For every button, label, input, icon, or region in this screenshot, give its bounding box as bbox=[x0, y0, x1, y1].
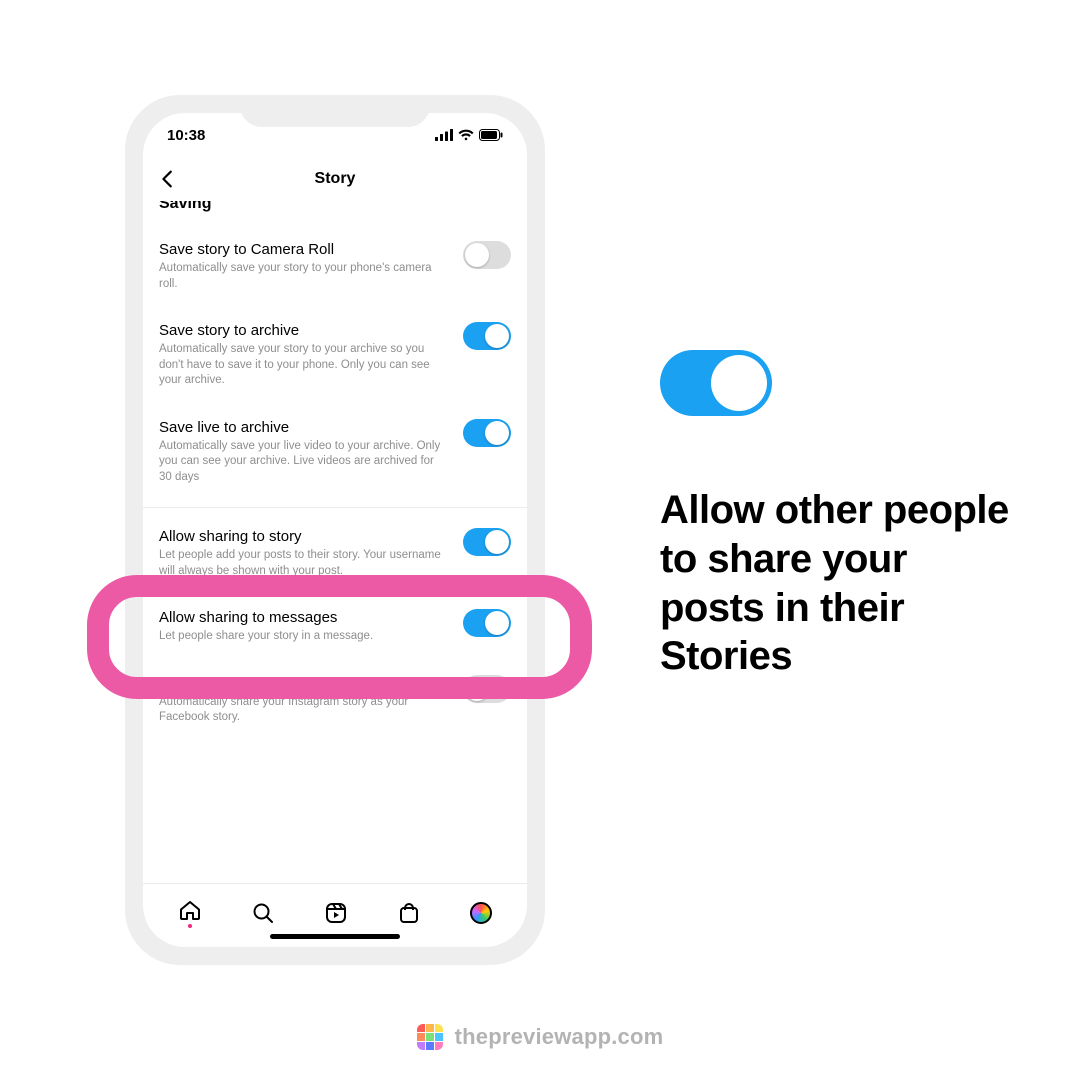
toggle-save-live-archive[interactable] bbox=[463, 419, 511, 447]
profile-avatar-icon bbox=[470, 902, 492, 924]
caption-text: Allow other people to share your posts i… bbox=[660, 486, 1020, 681]
settings-content: Saving Save story to Camera Roll Automat… bbox=[143, 201, 527, 883]
setting-allow-sharing-messages: Allow sharing to messages Let people sha… bbox=[159, 595, 511, 661]
status-indicators bbox=[435, 129, 503, 141]
setting-allow-sharing-story: Allow sharing to story Let people add yo… bbox=[159, 514, 511, 595]
wifi-icon bbox=[458, 129, 474, 141]
home-icon bbox=[178, 898, 202, 922]
search-icon bbox=[251, 901, 275, 925]
toggle-share-facebook[interactable] bbox=[463, 675, 511, 703]
tab-search[interactable] bbox=[251, 901, 275, 925]
tab-shop[interactable] bbox=[397, 901, 421, 925]
tab-home[interactable] bbox=[178, 898, 202, 928]
footer-watermark: thepreviewapp.com bbox=[0, 1024, 1080, 1050]
setting-desc: Automatically save your live video to yo… bbox=[159, 439, 445, 486]
chevron-left-icon bbox=[157, 168, 179, 190]
setting-save-live-archive: Save live to archive Automatically save … bbox=[159, 405, 511, 502]
setting-desc: Automatically save your story to your ar… bbox=[159, 342, 445, 389]
setting-save-camera-roll: Save story to Camera Roll Automatically … bbox=[159, 227, 511, 308]
setting-desc: Let people add your posts to their story… bbox=[159, 548, 445, 579]
page-title: Story bbox=[143, 170, 527, 188]
battery-icon bbox=[479, 129, 503, 141]
phone-screen: 10:38 Story Saving Save sto bbox=[143, 113, 527, 947]
signal-icon bbox=[435, 129, 453, 141]
toggle-save-camera-roll[interactable] bbox=[463, 241, 511, 269]
setting-title: Share your story to Facebook bbox=[159, 675, 445, 692]
toggle-allow-sharing-story[interactable] bbox=[463, 528, 511, 556]
setting-save-archive: Save story to archive Automatically save… bbox=[159, 308, 511, 405]
phone-mockup: 10:38 Story Saving Save sto bbox=[125, 95, 545, 965]
toggle-allow-sharing-messages[interactable] bbox=[463, 609, 511, 637]
setting-desc: Automatically save your story to your ph… bbox=[159, 261, 445, 292]
setting-title: Save live to archive bbox=[159, 419, 445, 436]
status-time: 10:38 bbox=[167, 127, 205, 144]
setting-title: Allow sharing to messages bbox=[159, 609, 445, 626]
setting-desc: Let people share your story in a message… bbox=[159, 629, 445, 645]
nav-header: Story bbox=[143, 157, 527, 201]
phone-notch bbox=[240, 95, 430, 127]
preview-logo-icon bbox=[417, 1024, 443, 1050]
setting-title: Allow sharing to story bbox=[159, 528, 445, 545]
setting-title: Save story to Camera Roll bbox=[159, 241, 445, 258]
caption-column: Allow other people to share your posts i… bbox=[660, 350, 1020, 681]
illustrative-toggle-on bbox=[660, 350, 772, 416]
setting-desc: Automatically share your Instagram story… bbox=[159, 695, 445, 726]
shop-icon bbox=[397, 901, 421, 925]
setting-title: Save story to archive bbox=[159, 322, 445, 339]
reels-icon bbox=[324, 901, 348, 925]
toggle-save-archive[interactable] bbox=[463, 322, 511, 350]
home-indicator bbox=[270, 934, 400, 939]
section-heading: Saving bbox=[159, 201, 511, 213]
section-divider bbox=[143, 507, 527, 508]
back-button[interactable] bbox=[157, 168, 179, 190]
tab-reels[interactable] bbox=[324, 901, 348, 925]
setting-share-facebook: Share your story to Facebook Automatical… bbox=[159, 661, 511, 742]
footer-text: thepreviewapp.com bbox=[455, 1024, 664, 1050]
tab-profile[interactable] bbox=[470, 902, 492, 924]
